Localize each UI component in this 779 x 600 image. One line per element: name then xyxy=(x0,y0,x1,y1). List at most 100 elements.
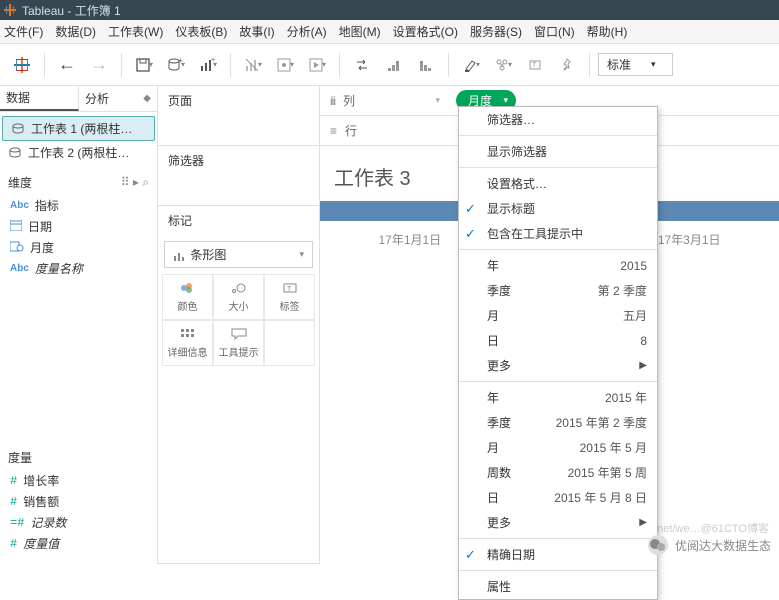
svg-text:T: T xyxy=(532,62,537,69)
measure-field[interactable]: #度量值 xyxy=(0,533,157,554)
menu-month[interactable]: 月五月 xyxy=(459,303,657,328)
menu-show-filter[interactable]: 显示筛选器 xyxy=(459,139,657,164)
dimension-field[interactable]: Abc指标 xyxy=(0,195,157,216)
check-icon: ✓ xyxy=(465,201,476,217)
fit-dropdown[interactable]: 标准▾ xyxy=(598,53,673,76)
menu-bar: 文件(F) 数据(D) 工作表(W) 仪表板(B) 故事(I) 分析(A) 地图… xyxy=(0,20,779,44)
rows-icon: ≡ xyxy=(330,124,337,138)
highlight-button[interactable]: ▾ xyxy=(457,51,485,79)
mark-detail-button[interactable]: 详细信息 xyxy=(162,320,213,366)
toolbar: ← → ▾ +▾ +▾ ▾ ▾ ▾ ▾ ▾ T 标准▾ xyxy=(0,44,779,86)
view-options-icon[interactable]: ⠿ ▸ ⌕ xyxy=(121,175,149,190)
wechat-icon xyxy=(647,534,669,556)
menu-include-tooltip[interactable]: ✓包含在工具提示中 xyxy=(459,221,657,246)
abc-icon: Abc xyxy=(10,200,29,211)
filters-shelf[interactable]: 筛选器 xyxy=(158,146,319,206)
marks-header: 标记 xyxy=(158,206,319,235)
dimension-field[interactable]: 日期 xyxy=(0,216,157,237)
dimensions-header: 维度 xyxy=(8,174,32,191)
menu-story[interactable]: 故事(I) xyxy=(239,23,274,40)
menu-quarter-2[interactable]: 季度2015 年第 2 季度 xyxy=(459,410,657,435)
menu-analysis[interactable]: 分析(A) xyxy=(287,23,327,40)
new-datasource-button[interactable]: +▾ xyxy=(162,51,190,79)
svg-text:T: T xyxy=(287,286,292,293)
new-sheet-button[interactable]: +▾ xyxy=(194,51,222,79)
menu-more-2[interactable]: 更多▶ xyxy=(459,510,657,535)
number-icon: # xyxy=(10,495,17,509)
menu-window[interactable]: 窗口(N) xyxy=(534,23,575,40)
check-icon: ✓ xyxy=(465,547,476,563)
menu-month-2[interactable]: 月2015 年 5 月 xyxy=(459,435,657,460)
pages-shelf[interactable]: 页面 xyxy=(158,86,319,146)
clear-sheet-button[interactable]: ▾ xyxy=(239,51,267,79)
menu-data[interactable]: 数据(D) xyxy=(55,23,96,40)
forward-button[interactable]: → xyxy=(85,51,113,79)
number-icon: # xyxy=(10,537,17,551)
data-sidebar: 数据 分析◆ 工作表 1 (两根柱… 工作表 2 (两根柱… 维度 ⠿ ▸ ⌕ … xyxy=(0,86,158,564)
columns-icon: iii xyxy=(330,94,335,108)
menu-day-2[interactable]: 日2015 年 5 月 8 日 xyxy=(459,485,657,510)
mark-label-button[interactable]: T标签 xyxy=(264,274,315,320)
menu-exact-date[interactable]: ✓精确日期 xyxy=(459,542,657,567)
tab-analysis[interactable]: 分析◆ xyxy=(79,86,157,111)
menu-filter[interactable]: 筛选器… xyxy=(459,107,657,132)
chevron-right-icon: ▶ xyxy=(639,360,647,371)
menu-server[interactable]: 服务器(S) xyxy=(470,23,522,40)
sort-desc-button[interactable] xyxy=(412,51,440,79)
menu-week-2[interactable]: 周数2015 年第 5 周 xyxy=(459,460,657,485)
sort-asc-button[interactable] xyxy=(380,51,408,79)
calendar-icon xyxy=(10,220,22,234)
mark-color-button[interactable]: 颜色 xyxy=(162,274,213,320)
mark-tooltip-button[interactable]: 工具提示 xyxy=(213,320,264,366)
chevron-right-icon: ▶ xyxy=(639,517,647,528)
mark-size-button[interactable]: 大小 xyxy=(213,274,264,320)
menu-help[interactable]: 帮助(H) xyxy=(587,23,628,40)
cards-panel: 页面 筛选器 标记 条形图 ▾ 颜色 大小 T标签 详细信息 工具提示 xyxy=(158,86,320,564)
columns-shelf[interactable]: iii 列 ▾ xyxy=(320,92,450,109)
menu-map[interactable]: 地图(M) xyxy=(339,23,381,40)
menu-dashboard[interactable]: 仪表板(B) xyxy=(175,23,227,40)
swap-axes-button[interactable] xyxy=(348,51,376,79)
number-icon: =# xyxy=(10,516,24,530)
menu-file[interactable]: 文件(F) xyxy=(4,23,43,40)
mark-type-dropdown[interactable]: 条形图 ▾ xyxy=(164,241,313,268)
menu-year-2[interactable]: 年2015 年 xyxy=(459,385,657,410)
run-update-button[interactable]: ▾ xyxy=(303,51,331,79)
group-button[interactable]: ▾ xyxy=(489,51,517,79)
title-bar: Tableau - 工作簿 1 xyxy=(0,0,779,20)
measures-header: 度量 xyxy=(8,449,32,466)
pin-button[interactable] xyxy=(553,51,581,79)
menu-worksheet[interactable]: 工作表(W) xyxy=(108,23,163,40)
menu-year[interactable]: 年2015 xyxy=(459,253,657,278)
menu-day[interactable]: 日8 xyxy=(459,328,657,353)
tab-data[interactable]: 数据 xyxy=(0,86,79,111)
menu-more[interactable]: 更多▶ xyxy=(459,353,657,378)
datasource-item[interactable]: 工作表 1 (两根柱… xyxy=(2,116,155,141)
menu-quarter[interactable]: 季度第 2 季度 xyxy=(459,278,657,303)
pause-updates-button[interactable]: ▾ xyxy=(271,51,299,79)
dimension-field[interactable]: Abc度量名称 xyxy=(0,258,157,279)
calendar-clock-icon xyxy=(10,241,24,255)
datasource-item[interactable]: 工作表 2 (两根柱… xyxy=(0,141,157,164)
back-button[interactable]: ← xyxy=(53,51,81,79)
datasource-icon xyxy=(11,123,25,135)
dimension-field[interactable]: 月度 xyxy=(0,237,157,258)
tableau-home-icon[interactable] xyxy=(8,51,36,79)
menu-format[interactable]: 设置格式… xyxy=(459,171,657,196)
rows-shelf[interactable]: ≡ 行 xyxy=(320,122,450,139)
measure-field[interactable]: #增长率 xyxy=(0,470,157,491)
measure-field[interactable]: #销售额 xyxy=(0,491,157,512)
number-icon: # xyxy=(10,474,17,488)
save-button[interactable]: ▾ xyxy=(130,51,158,79)
menu-show-title[interactable]: ✓显示标题 xyxy=(459,196,657,221)
datasource-icon xyxy=(8,147,22,159)
watermark: 优阅达大数据生态 xyxy=(647,534,771,556)
menu-format[interactable]: 设置格式(O) xyxy=(393,23,458,40)
show-labels-button[interactable]: T xyxy=(521,51,549,79)
check-icon: ✓ xyxy=(465,226,476,242)
menu-attribute[interactable]: 属性 xyxy=(459,574,657,599)
tableau-logo-icon xyxy=(4,4,16,16)
measure-field[interactable]: =#记录数 xyxy=(0,512,157,533)
app-title: Tableau - 工作簿 1 xyxy=(22,2,121,19)
pill-context-menu: 筛选器… 显示筛选器 设置格式… ✓显示标题 ✓包含在工具提示中 年2015 季… xyxy=(458,106,658,600)
